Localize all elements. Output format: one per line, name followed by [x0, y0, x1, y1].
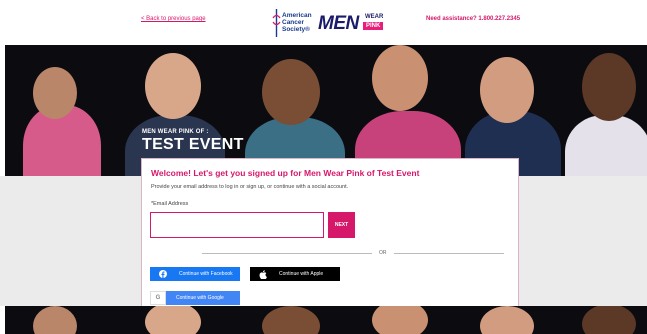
- hero-person-head: [582, 306, 636, 334]
- hero-person-head: [480, 57, 534, 123]
- assistance-phone[interactable]: Need assistance? 1.800.227.2345: [426, 16, 520, 22]
- continue-with-facebook-button[interactable]: Continue with Facebook: [150, 267, 240, 281]
- hero-person-head: [145, 306, 201, 334]
- apple-icon: [256, 267, 270, 281]
- hero-person-head: [262, 306, 320, 334]
- google-button-label: Continue with Google: [176, 295, 224, 301]
- hero-person-head: [33, 67, 77, 119]
- hero-person-head: [33, 306, 77, 334]
- next-button[interactable]: NEXT: [328, 212, 355, 238]
- email-label: *Email Address: [151, 201, 189, 207]
- signup-description: Provide your email address to log in or …: [151, 184, 349, 190]
- hero-person-head: [480, 306, 534, 334]
- divider-right: [394, 253, 504, 254]
- sword-icon: [272, 9, 281, 37]
- mwp-logo-pink: PINK: [363, 22, 384, 30]
- page-header: < Back to previous page American Cancer …: [0, 0, 647, 45]
- divider-left: [202, 253, 372, 254]
- email-field[interactable]: [150, 212, 324, 238]
- google-icon: G: [150, 291, 166, 305]
- continue-with-apple-button[interactable]: Continue with Apple: [250, 267, 340, 281]
- hero-person-head: [262, 59, 320, 125]
- facebook-icon: [156, 267, 170, 281]
- hero-person-head: [582, 53, 636, 121]
- hero-title: TEST EVENT: [142, 136, 244, 153]
- hero-person-head: [372, 306, 428, 334]
- signup-title: Welcome! Let's get you signed up for Men…: [151, 168, 420, 178]
- hero-subtitle: MEN WEAR PINK OF :: [142, 129, 209, 135]
- signup-card: Welcome! Let's get you signed up for Men…: [141, 158, 519, 308]
- facebook-button-label: Continue with Facebook: [179, 271, 233, 277]
- mwp-logo-wear: WEAR: [365, 14, 384, 20]
- bottom-hero-strip: [5, 306, 647, 334]
- hero-person-head: [372, 45, 428, 111]
- acs-logo-text: American Cancer Society®: [282, 12, 312, 33]
- hero-person-head: [145, 53, 201, 119]
- back-to-previous-page-link[interactable]: < Back to previous page: [141, 16, 206, 22]
- continue-with-google-button[interactable]: G Continue with Google: [150, 291, 240, 305]
- mwp-logo-men: MEN: [318, 13, 359, 34]
- hero-banner: MEN WEAR PINK OF : TEST EVENT: [5, 45, 647, 176]
- american-cancer-society-logo[interactable]: American Cancer Society®: [272, 9, 322, 37]
- hero-person: [565, 115, 647, 176]
- men-wear-pink-logo[interactable]: MEN WEAR PINK: [318, 12, 388, 34]
- or-separator: OR: [379, 250, 387, 256]
- apple-button-label: Continue with Apple: [279, 271, 324, 277]
